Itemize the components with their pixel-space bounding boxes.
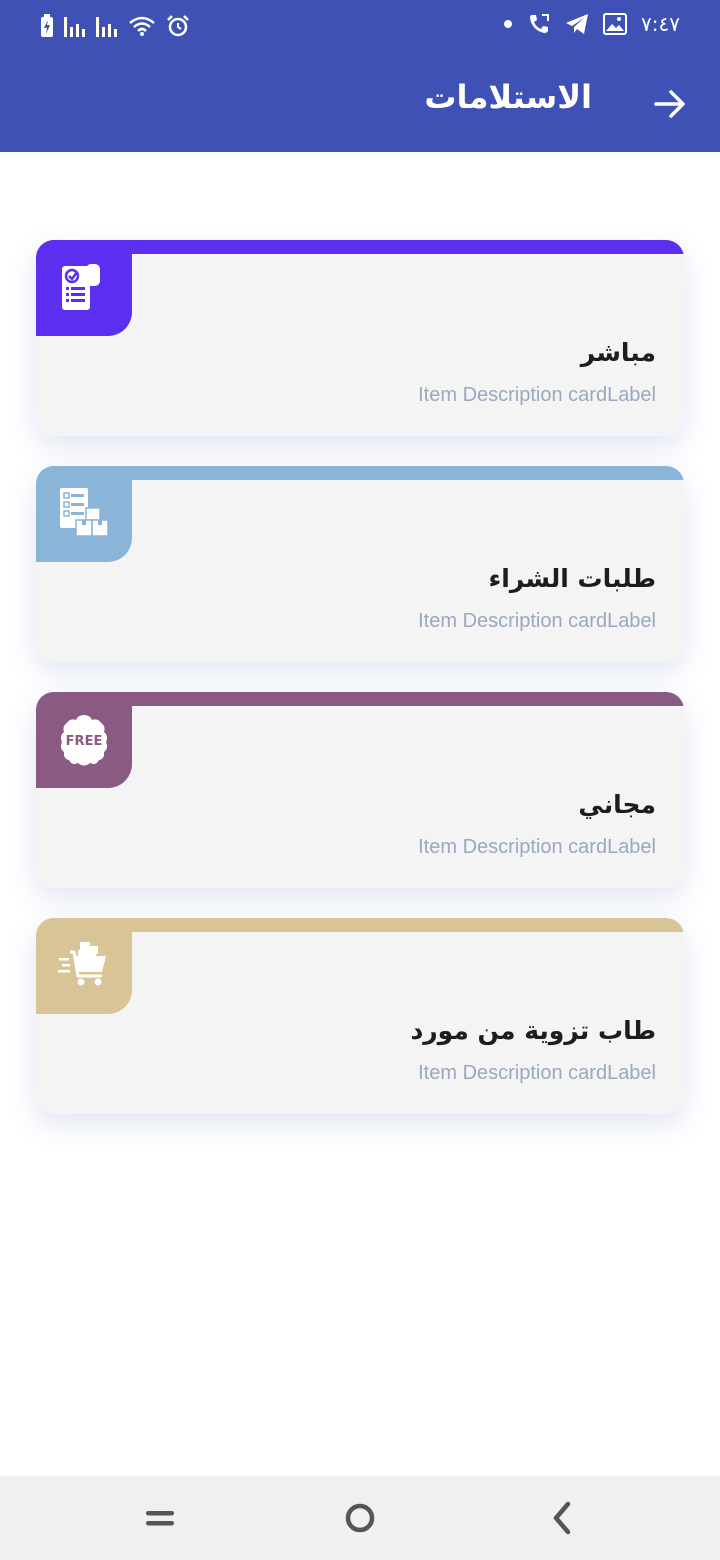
card-icon-box (36, 466, 132, 562)
alarm-icon (167, 15, 189, 37)
card-description: Item Description cardLabel (418, 610, 656, 632)
card-title: طاب تزوية من مورد (410, 1016, 656, 1045)
card-free[interactable]: FREE مجاني Item Description cardLabel (36, 692, 684, 888)
card-accent-bar (36, 692, 684, 706)
dot-icon (504, 20, 513, 28)
shopping-cart-icon (58, 942, 106, 986)
card-title: مباشر (580, 338, 656, 367)
home-icon[interactable] (340, 1498, 380, 1538)
back-icon[interactable] (542, 1498, 582, 1538)
page-title: الاستلامات (424, 78, 592, 116)
wifi-icon (129, 16, 155, 36)
status-time: ٧:٤٧ (641, 12, 680, 36)
card-title: طلبات الشراء (488, 564, 656, 593)
card-description: Item Description cardLabel (418, 1062, 656, 1084)
card-icon-box (36, 918, 132, 1014)
signal-icon (64, 17, 85, 37)
checklist-boxes-icon (60, 488, 109, 537)
card-direct[interactable]: مباشر Item Description cardLabel (36, 240, 684, 436)
document-check-icon (62, 264, 100, 310)
signal-icon (96, 17, 117, 37)
card-description: Item Description cardLabel (418, 384, 656, 406)
gallery-icon (603, 13, 628, 35)
free-badge-text: FREE (66, 734, 103, 749)
arrow-right-icon[interactable] (650, 84, 690, 124)
system-nav-bar (0, 1476, 720, 1560)
status-left-icons (40, 14, 190, 38)
card-accent-bar (36, 466, 684, 480)
card-supplier-supply[interactable]: طاب تزوية من مورد Item Description cardL… (36, 918, 684, 1114)
card-icon-box (36, 240, 132, 336)
card-title: مجاني (578, 790, 656, 819)
free-badge-icon: FREE (60, 715, 108, 766)
card-accent-bar (36, 918, 684, 932)
card-description: Item Description cardLabel (418, 836, 656, 858)
telegram-icon (566, 14, 589, 34)
recents-icon[interactable] (140, 1498, 180, 1538)
status-right-icons: ٧:٤٧ (503, 12, 680, 36)
card-icon-box: FREE (36, 692, 132, 788)
card-accent-bar (36, 240, 684, 254)
phone-call-icon (530, 14, 550, 33)
card-purchase-requests[interactable]: طلبات الشراء Item Description cardLabel (36, 466, 684, 662)
status-bar: ٧:٤٧ (0, 0, 720, 56)
card-list: مباشر Item Description cardLabel طلبات ا… (36, 240, 684, 1144)
app-bar: الاستلامات (0, 56, 720, 152)
battery-charging-icon (41, 14, 53, 37)
